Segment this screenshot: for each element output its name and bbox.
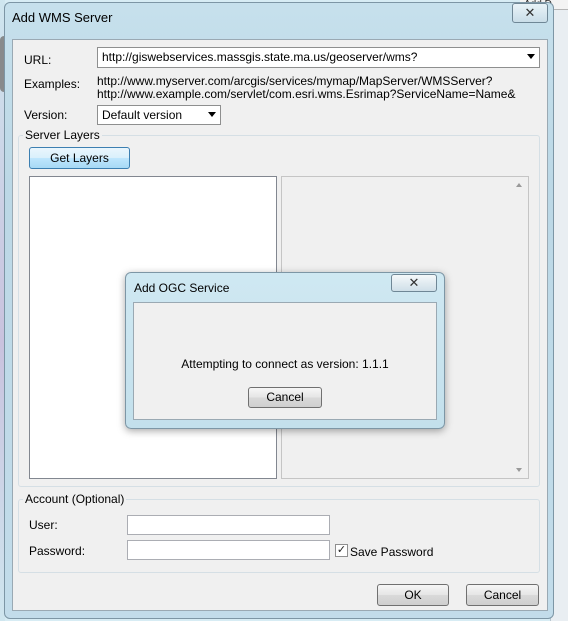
save-password-checkbox[interactable]: ✓ xyxy=(335,544,348,557)
user-label: User: xyxy=(29,518,58,532)
save-password-label[interactable]: Save Password xyxy=(350,545,433,559)
close-icon: ✕ xyxy=(524,5,536,20)
dialog-cancel-button[interactable]: Cancel xyxy=(248,387,322,408)
dialog-close-button[interactable]: ✕ xyxy=(391,274,437,292)
window-title: Add WMS Server xyxy=(12,10,113,25)
user-input[interactable] xyxy=(127,515,330,535)
get-layers-button[interactable]: Get Layers xyxy=(29,147,130,169)
url-combobox[interactable]: http://giswebservices.massgis.state.ma.u… xyxy=(97,47,540,68)
url-value: http://giswebservices.massgis.state.ma.u… xyxy=(102,50,418,64)
version-label: Version: xyxy=(24,108,68,122)
example-url-1: http://www.myserver.com/arcgis/services/… xyxy=(97,74,493,88)
example-url-2: http://www.example.com/servlet/com.esri.… xyxy=(97,87,516,101)
examples-label: Examples: xyxy=(24,77,81,91)
checkmark-icon: ✓ xyxy=(336,544,347,556)
window-close-button[interactable]: ✕ xyxy=(512,3,548,23)
close-icon: ✕ xyxy=(408,275,420,290)
version-select[interactable]: Default version xyxy=(97,105,221,125)
password-label: Password: xyxy=(29,544,86,558)
scroll-down-icon[interactable] xyxy=(516,468,522,472)
password-input[interactable] xyxy=(127,540,330,560)
scroll-up-icon[interactable] xyxy=(516,183,522,187)
server-layers-caption: Server Layers xyxy=(23,128,102,142)
account-caption: Account (Optional) xyxy=(23,492,127,506)
url-label: URL: xyxy=(24,53,52,67)
cancel-button[interactable]: Cancel xyxy=(466,584,539,606)
account-group xyxy=(18,499,540,573)
dialog-title: Add OGC Service xyxy=(134,281,230,295)
chevron-down-icon[interactable] xyxy=(527,54,535,59)
chevron-down-icon[interactable] xyxy=(208,112,216,117)
vertical-scrollbar[interactable] xyxy=(511,177,528,478)
ok-button[interactable]: OK xyxy=(377,584,449,606)
connection-status-message: Attempting to connect as version: 1.1.1 xyxy=(181,357,389,371)
version-value: Default version xyxy=(102,108,183,122)
